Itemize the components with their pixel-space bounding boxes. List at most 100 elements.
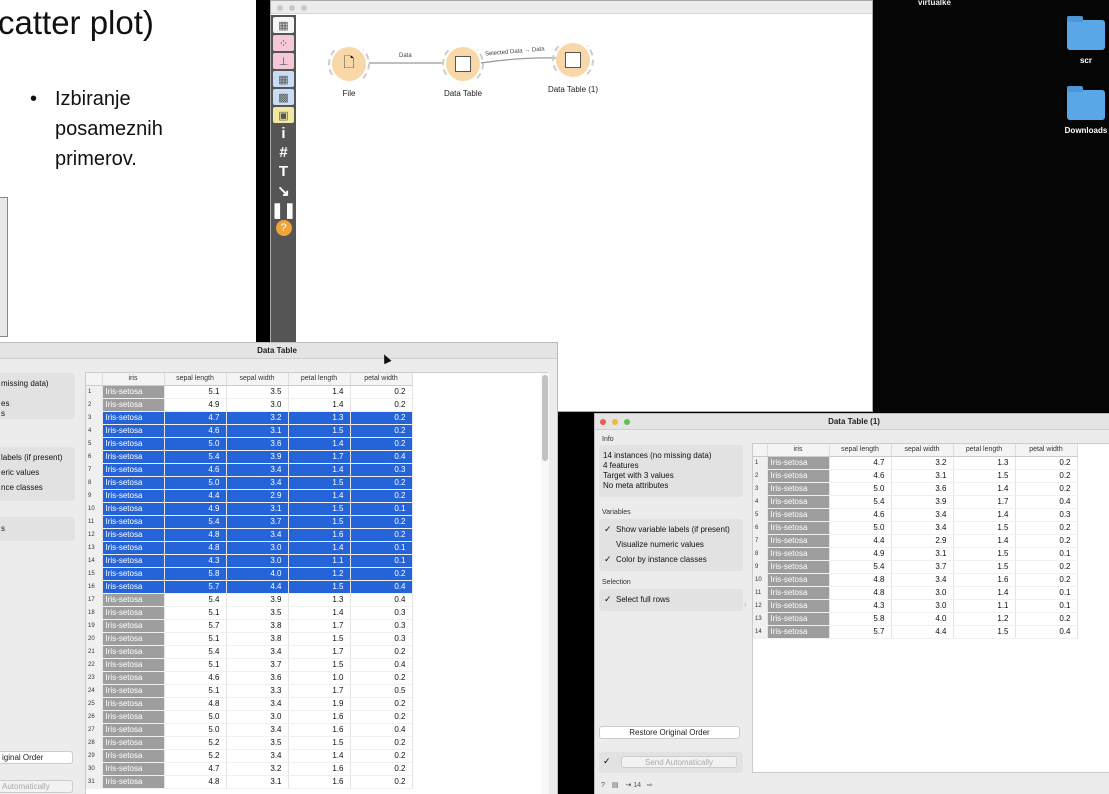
value-cell[interactable]: 0.4	[1015, 625, 1078, 639]
value-cell[interactable]: 0.2	[350, 567, 413, 581]
value-cell[interactable]: 4.3	[829, 599, 892, 613]
data-table-grid[interactable]: iris sepal length sepal width petal length p…	[752, 443, 1109, 773]
value-cell[interactable]: 1.6	[288, 762, 351, 776]
class-cell[interactable]: Iris-setosa	[102, 619, 165, 633]
class-cell[interactable]: Iris-setosa	[102, 528, 165, 542]
value-cell[interactable]: 1.7	[953, 495, 1016, 509]
table-row[interactable]: 12 Iris-setosa 4.8 3.4 1.6 0.2	[86, 528, 413, 542]
value-cell[interactable]: 1.5	[953, 521, 1016, 535]
value-cell[interactable]: 1.2	[288, 567, 351, 581]
value-cell[interactable]: 5.4	[829, 560, 892, 574]
help-icon[interactable]: ?	[601, 782, 605, 789]
value-cell[interactable]: 1.3	[288, 411, 351, 425]
value-cell[interactable]: 4.6	[829, 469, 892, 483]
table-row[interactable]: 2 Iris-setosa 4.6 3.1 1.5 0.2	[753, 469, 1078, 483]
value-cell[interactable]: 4.7	[164, 411, 227, 425]
value-cell[interactable]: 5.1	[164, 606, 227, 620]
table-row[interactable]: 29 Iris-setosa 5.2 3.4 1.4 0.2	[86, 749, 413, 763]
value-cell[interactable]: 1.6	[288, 710, 351, 724]
value-cell[interactable]: 0.2	[350, 749, 413, 763]
value-cell[interactable]: 5.0	[164, 476, 227, 490]
table-row[interactable]: 3 Iris-setosa 4.7 3.2 1.3 0.2	[86, 411, 413, 425]
color-by-instance-classes-checkbox[interactable]: ✓ Color by instance classes	[604, 552, 730, 567]
value-cell[interactable]: 3.4	[891, 573, 954, 587]
row-number[interactable]: 1	[86, 385, 103, 399]
row-number[interactable]: 18	[86, 606, 103, 620]
value-cell[interactable]: 0.1	[350, 502, 413, 516]
value-cell[interactable]: 3.0	[891, 599, 954, 613]
value-cell[interactable]: 5.7	[164, 580, 227, 594]
class-cell[interactable]: Iris-setosa	[102, 411, 165, 425]
value-cell[interactable]: 1.5	[288, 424, 351, 438]
row-number[interactable]: 16	[86, 580, 103, 594]
row-number[interactable]: 1	[753, 456, 768, 470]
value-cell[interactable]: 5.1	[164, 658, 227, 672]
value-cell[interactable]: 1.6	[288, 723, 351, 737]
class-cell[interactable]: Iris-setosa	[767, 521, 830, 535]
value-cell[interactable]: 3.6	[226, 437, 289, 451]
class-cell[interactable]: Iris-setosa	[102, 684, 165, 698]
row-number[interactable]: 25	[86, 697, 103, 711]
row-number[interactable]: 10	[86, 502, 103, 516]
value-cell[interactable]: 4.8	[164, 775, 227, 789]
class-cell[interactable]: Iris-setosa	[767, 534, 830, 548]
table-row[interactable]: 26 Iris-setosa 5.0 3.0 1.6 0.2	[86, 710, 413, 724]
value-cell[interactable]: 0.3	[350, 463, 413, 477]
value-cell[interactable]: 1.7	[288, 619, 351, 633]
row-number[interactable]: 3	[753, 482, 768, 496]
class-cell[interactable]: Iris-setosa	[102, 606, 165, 620]
value-cell[interactable]: 3.1	[891, 469, 954, 483]
value-cell[interactable]: 0.4	[1015, 495, 1078, 509]
row-number[interactable]: 29	[86, 749, 103, 763]
visualize-numeric-values-checkbox[interactable]: Visualize numeric values	[604, 537, 730, 552]
value-cell[interactable]: 5.0	[829, 521, 892, 535]
value-cell[interactable]: 5.2	[164, 749, 227, 763]
row-number[interactable]: 4	[753, 495, 768, 509]
value-cell[interactable]: 5.4	[164, 515, 227, 529]
value-cell[interactable]: 1.4	[953, 508, 1016, 522]
value-cell[interactable]: 4.9	[164, 398, 227, 412]
table-row[interactable]: 2 Iris-setosa 4.9 3.0 1.4 0.2	[86, 398, 413, 412]
value-cell[interactable]: 1.4	[953, 482, 1016, 496]
report-icon[interactable]: ▤	[612, 782, 619, 789]
class-cell[interactable]: Iris-setosa	[102, 541, 165, 555]
send-automatically-button[interactable]: Automatically	[0, 780, 73, 793]
column-header[interactable]: petal length	[288, 373, 351, 386]
value-cell[interactable]: 1.7	[288, 645, 351, 659]
value-cell[interactable]: 0.4	[350, 450, 413, 464]
value-cell[interactable]: 0.2	[350, 515, 413, 529]
value-cell[interactable]: 1.5	[953, 469, 1016, 483]
widget-data-table[interactable]: Data Table	[433, 43, 493, 98]
class-cell[interactable]: Iris-setosa	[102, 502, 165, 516]
restore-original-order-button[interactable]: Restore Original Order	[599, 726, 740, 739]
value-cell[interactable]: 5.1	[164, 385, 227, 399]
value-cell[interactable]: 3.6	[226, 671, 289, 685]
value-cell[interactable]: 3.7	[226, 515, 289, 529]
value-cell[interactable]: 5.0	[829, 482, 892, 496]
row-number[interactable]: 27	[86, 723, 103, 737]
value-cell[interactable]: 3.0	[891, 586, 954, 600]
row-number[interactable]: 31	[86, 775, 103, 789]
table-row[interactable]: 4 Iris-setosa 4.6 3.1 1.5 0.2	[86, 424, 413, 438]
class-cell[interactable]: Iris-setosa	[102, 450, 165, 464]
value-cell[interactable]: 3.1	[891, 547, 954, 561]
table-row[interactable]: 20 Iris-setosa 5.1 3.8 1.5 0.3	[86, 632, 413, 646]
value-cell[interactable]: 1.5	[953, 560, 1016, 574]
value-cell[interactable]: 0.4	[350, 658, 413, 672]
class-cell[interactable]: Iris-setosa	[767, 469, 830, 483]
value-cell[interactable]: 1.4	[288, 398, 351, 412]
class-cell[interactable]: Iris-setosa	[767, 599, 830, 613]
value-cell[interactable]: 1.4	[288, 385, 351, 399]
row-number[interactable]: 6	[86, 450, 103, 464]
value-cell[interactable]: 3.8	[226, 619, 289, 633]
class-cell[interactable]: Iris-setosa	[102, 398, 165, 412]
value-cell[interactable]: 4.0	[891, 612, 954, 626]
value-cell[interactable]: 5.4	[164, 645, 227, 659]
value-cell[interactable]: 4.4	[226, 580, 289, 594]
table-row[interactable]: 24 Iris-setosa 5.1 3.3 1.7 0.5	[86, 684, 413, 698]
value-cell[interactable]: 0.3	[350, 606, 413, 620]
row-number[interactable]: 8	[753, 547, 768, 561]
table-row[interactable]: 16 Iris-setosa 5.7 4.4 1.5 0.4	[86, 580, 413, 594]
class-cell[interactable]: Iris-setosa	[102, 775, 165, 789]
selection-option[interactable]: s	[1, 524, 5, 534]
